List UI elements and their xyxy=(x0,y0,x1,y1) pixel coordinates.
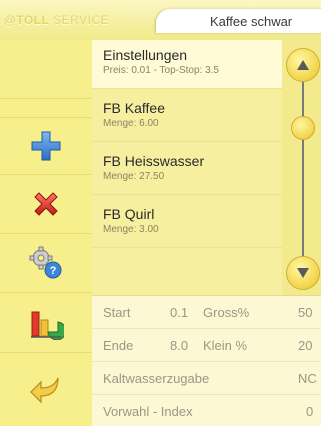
add-button[interactable] xyxy=(0,118,92,175)
scroll-thumb[interactable] xyxy=(291,116,315,140)
up-arrow-icon xyxy=(297,60,309,70)
toolbar-spacer xyxy=(0,99,92,118)
gross-value[interactable]: 50 xyxy=(298,305,312,320)
statistics-button[interactable] xyxy=(0,293,92,353)
ende-value[interactable]: 8.0 xyxy=(170,338,188,353)
parameter-panel: Start 0.1 Gross% 50 Ende 8.0 Klein % 20 … xyxy=(92,295,321,426)
klein-value[interactable]: 20 xyxy=(298,338,312,353)
back-arrow-icon xyxy=(30,377,59,403)
svg-text:?: ? xyxy=(50,265,57,277)
param-row-ende: Ende 8.0 Klein % 20 xyxy=(92,329,321,362)
list-item-fb-heisswasser[interactable]: FB Heisswasser Menge: 27.50 xyxy=(92,146,282,195)
kaltwasser-label: Kaltwasserzugabe xyxy=(103,371,210,386)
back-button[interactable] xyxy=(0,353,92,426)
brand-logo: @TOLL SERVICE xyxy=(4,13,109,27)
vorwahl-value[interactable]: 0 xyxy=(306,404,313,419)
list-item-subtitle: Preis: 0.01 - Top-Stop: 3.5 xyxy=(103,65,219,76)
ende-label: Ende xyxy=(103,338,134,353)
list-item-title: Einstellungen xyxy=(103,47,188,63)
list-item-subtitle: Menge: 6.00 xyxy=(103,118,159,129)
param-row-start: Start 0.1 Gross% 50 xyxy=(92,296,321,329)
delete-button[interactable] xyxy=(0,175,92,234)
list-scrollbar[interactable] xyxy=(282,40,321,295)
product-title: Kaffee schwar xyxy=(210,14,293,29)
left-toolbar: ? xyxy=(0,40,92,426)
product-list: Einstellungen Preis: 0.01 - Top-Stop: 3.… xyxy=(92,40,282,295)
settings-help-button[interactable]: ? xyxy=(0,234,92,293)
statistics-chart-icon xyxy=(31,311,64,340)
scroll-track xyxy=(302,66,304,271)
settings-help-icon: ? xyxy=(29,246,62,279)
list-item-subtitle: Menge: 3.00 xyxy=(103,224,159,235)
kaltwasser-value[interactable]: NC xyxy=(298,371,317,386)
klein-label: Klein % xyxy=(203,338,248,353)
list-item-title: FB Kaffee xyxy=(103,100,166,116)
list-item-einstellungen[interactable]: Einstellungen Preis: 0.01 - Top-Stop: 3.… xyxy=(92,40,282,89)
start-value[interactable]: 0.1 xyxy=(170,305,188,320)
list-item-subtitle: Menge: 27.50 xyxy=(103,171,165,182)
gross-label: Gross% xyxy=(203,305,250,320)
list-item-title: FB Heisswasser xyxy=(103,153,205,169)
param-row-kaltwasser: Kaltwasserzugabe NC xyxy=(92,362,321,395)
brand-name: @TOLL xyxy=(4,13,50,27)
start-label: Start xyxy=(103,305,131,320)
brand-service: SERVICE xyxy=(53,13,110,27)
vorwahl-label: Vorwahl - Index xyxy=(103,404,193,419)
header-bar: @TOLL SERVICE Kaffee schwar xyxy=(0,0,321,40)
add-icon xyxy=(31,131,61,161)
list-item-fb-kaffee[interactable]: FB Kaffee Menge: 6.00 xyxy=(92,93,282,142)
delete-icon xyxy=(34,192,58,216)
param-row-vorwahl: Vorwahl - Index 0 xyxy=(92,395,321,426)
down-arrow-icon xyxy=(297,268,309,278)
list-item-fb-quirl[interactable]: FB Quirl Menge: 3.00 xyxy=(92,199,282,248)
toolbar-empty-slot xyxy=(0,40,92,99)
scroll-up-button[interactable] xyxy=(286,48,320,82)
list-item-title: FB Quirl xyxy=(103,206,155,222)
scroll-down-button[interactable] xyxy=(286,256,320,290)
